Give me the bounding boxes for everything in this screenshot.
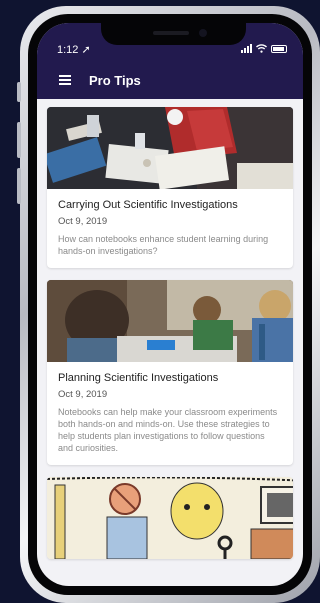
- article-image-classroom-experiment: [47, 280, 293, 362]
- article-image-student-drawing: [47, 477, 293, 559]
- toolbar: Pro Tips: [37, 67, 303, 93]
- article-card[interactable]: [47, 477, 293, 559]
- status-time: 1:12 ➚: [57, 44, 91, 56]
- article-title[interactable]: Carrying Out Scientific Investigations: [58, 199, 282, 211]
- volume-up-button: [17, 122, 21, 158]
- article-excerpt: Notebooks can help make your classroom e…: [58, 407, 278, 453]
- article-date: Oct 9, 2019: [58, 389, 108, 400]
- article-card[interactable]: Carrying Out Scientific Investigations O…: [47, 107, 293, 268]
- article-feed: Carrying Out Scientific Investigations O…: [47, 107, 293, 571]
- article-excerpt: How can notebooks enhance student learni…: [58, 234, 269, 256]
- front-camera: [199, 29, 207, 37]
- battery-icon: [271, 44, 287, 53]
- status-icons: [241, 44, 287, 53]
- cellular-signal-icon: [241, 44, 252, 53]
- page-title: Pro Tips: [89, 72, 141, 88]
- hamburger-menu-icon[interactable]: [59, 75, 71, 85]
- article-card[interactable]: Planning Scientific Investigations Oct 9…: [47, 280, 293, 465]
- article-date: Oct 9, 2019: [58, 216, 108, 227]
- notch: [101, 23, 246, 45]
- status-bar: 1:12 ➚: [55, 43, 287, 57]
- article-title[interactable]: Planning Scientific Investigations: [58, 372, 282, 384]
- wifi-icon: [256, 44, 267, 53]
- silent-switch: [17, 82, 21, 102]
- earpiece-speaker: [153, 31, 189, 35]
- article-image-students-notebooks: [47, 107, 293, 189]
- volume-down-button: [17, 168, 21, 204]
- phone-frame: 1:12 ➚ Pro Tips Carrying Out Scientific …: [17, 6, 320, 603]
- phone-bezel: 1:12 ➚ Pro Tips Carrying Out Scientific …: [28, 14, 312, 595]
- phone-screen: 1:12 ➚ Pro Tips Carrying Out Scientific …: [37, 23, 303, 586]
